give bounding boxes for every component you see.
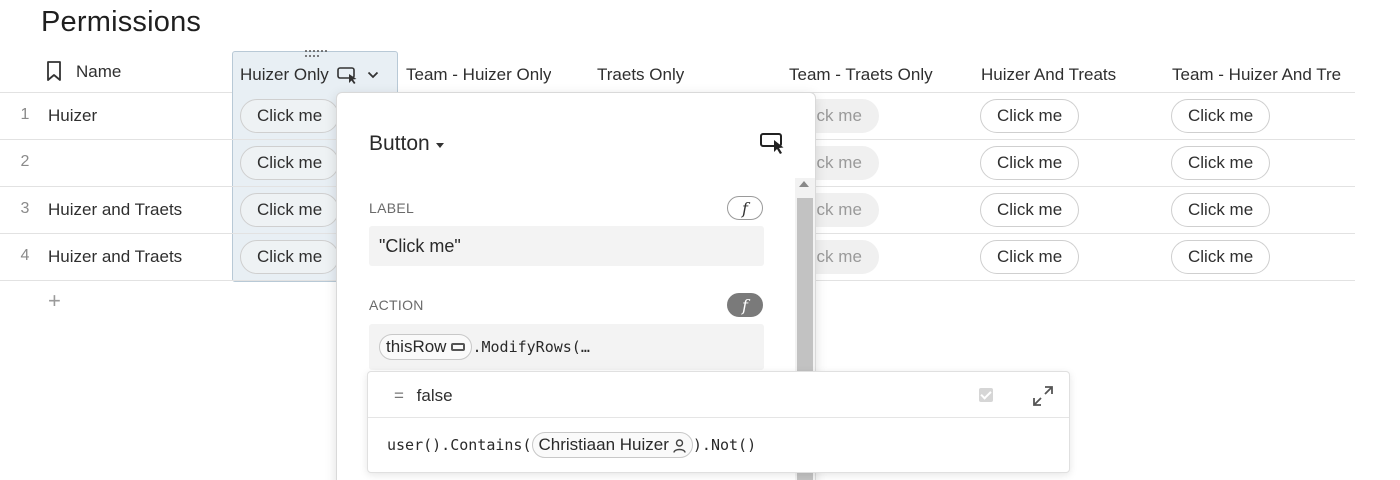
formula-preview-panel: = false user().Contains( Christiaan Huiz… <box>367 371 1070 473</box>
click-me-button[interactable]: Click me <box>1171 99 1271 133</box>
column-header-team-huizer-only[interactable]: Team - Huizer Only <box>406 55 551 95</box>
row-number: 3 <box>20 200 30 217</box>
chevron-down-icon[interactable] <box>367 71 379 79</box>
this-row-token[interactable]: thisRow <box>379 334 473 360</box>
row-number: 4 <box>20 247 30 264</box>
click-me-button[interactable]: Click me <box>240 146 340 180</box>
equals-sign: = <box>394 386 404 405</box>
expand-icon[interactable] <box>1032 385 1054 407</box>
add-row-button[interactable]: + <box>48 290 61 312</box>
person-icon <box>673 438 686 453</box>
formula-editor[interactable]: user().Contains( Christiaan Huizer ).Not… <box>387 432 756 458</box>
click-me-button[interactable]: Click me <box>1171 240 1271 274</box>
token-label: Christiaan Huizer <box>538 435 669 454</box>
column-header-team-huizer-and-treats[interactable]: Team - Huizer And Tre <box>1172 55 1348 95</box>
button-type-icon <box>759 131 787 155</box>
formula-result-bar: = false <box>368 372 1069 418</box>
column-header-huizer-and-treats[interactable]: Huizer And Treats <box>981 55 1116 95</box>
click-me-button[interactable]: Click me <box>240 99 340 133</box>
row-name-cell[interactable]: Huizer and Traets <box>48 247 182 267</box>
row-number: 2 <box>20 153 30 170</box>
click-me-button[interactable]: Click me <box>1171 146 1271 180</box>
result-value: false <box>416 386 453 405</box>
column-header-label: Team - Traets Only <box>789 65 933 84</box>
action-call-text: .ModifyRows(… <box>472 338 590 356</box>
formula-toggle-icon[interactable]: f <box>727 196 763 220</box>
column-header-label: Traets Only <box>597 65 685 84</box>
click-me-button[interactable]: Click me <box>980 193 1080 227</box>
label-input[interactable]: "Click me" <box>369 226 764 266</box>
formula-result: = false <box>394 386 453 406</box>
button-column-icon <box>337 66 359 84</box>
formula-toggle-icon[interactable]: f <box>727 293 763 317</box>
column-header-team-traets-only[interactable]: Team - Traets Only <box>789 55 933 95</box>
column-header-traets-only[interactable]: Traets Only <box>597 55 684 95</box>
formula-start: user().Contains( <box>387 436 532 454</box>
action-section-heading: ACTION <box>369 297 424 313</box>
scroll-up-arrow-icon[interactable] <box>799 181 809 187</box>
page-title: Permissions <box>41 6 202 38</box>
row-link-icon <box>451 343 466 351</box>
action-formula-input[interactable]: thisRow .ModifyRows(… <box>369 324 764 370</box>
column-header-huizer-only[interactable]: Huizer Only <box>240 55 379 95</box>
click-me-button[interactable]: Click me <box>980 146 1080 180</box>
person-token[interactable]: Christiaan Huizer <box>531 432 693 458</box>
column-header-label: Team - Huizer Only <box>406 65 552 84</box>
label-section-heading: LABEL <box>369 200 415 216</box>
column-header-name[interactable]: Name <box>46 52 121 92</box>
column-header-label: Huizer Only <box>240 65 329 84</box>
column-header-label: Name <box>76 62 122 81</box>
popover-title: Button <box>369 132 430 155</box>
click-me-button[interactable]: Click me <box>1171 193 1271 227</box>
click-me-button[interactable]: Click me <box>980 240 1080 274</box>
token-label: thisRow <box>386 337 447 356</box>
column-header-label: Team - Huizer And Tre <box>1172 65 1342 84</box>
formula-end: ).Not() <box>692 436 757 454</box>
column-header-label: Huizer And Treats <box>981 65 1117 84</box>
click-me-button[interactable]: Click me <box>240 193 340 227</box>
caret-down-icon <box>435 142 444 148</box>
row-name-cell[interactable]: Huizer <box>48 106 97 126</box>
bookmark-icon <box>46 61 66 83</box>
click-me-button[interactable]: Click me <box>240 240 340 274</box>
checkbox-icon <box>979 388 993 402</box>
row-name-cell[interactable]: Huizer and Traets <box>48 200 182 220</box>
click-me-button[interactable]: Click me <box>980 99 1080 133</box>
column-type-dropdown[interactable]: Button <box>369 132 444 156</box>
row-number: 1 <box>20 106 30 123</box>
